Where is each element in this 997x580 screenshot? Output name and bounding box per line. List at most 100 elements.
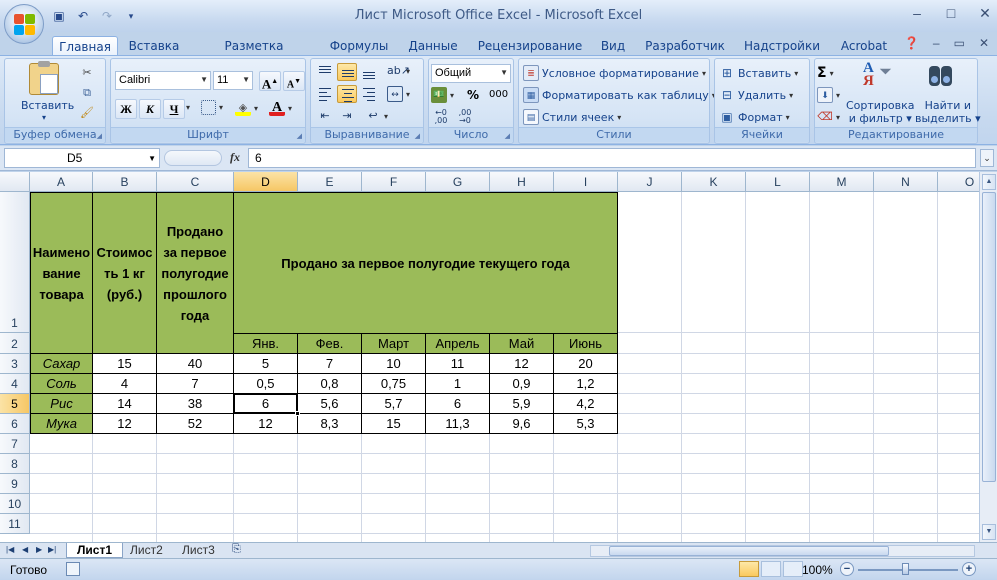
normal-view-button[interactable] — [739, 561, 759, 577]
month-value-cell[interactable]: 10 — [362, 354, 426, 374]
next-sheet-icon[interactable]: ▶ — [36, 545, 42, 554]
month-value-cell[interactable]: 15 — [362, 414, 426, 434]
row-header[interactable]: 8 — [0, 454, 30, 474]
row-header[interactable]: 11 — [0, 514, 30, 534]
cut-icon[interactable]: ✂ — [79, 65, 95, 81]
header-product-name[interactable]: Наимено вание товара — [30, 192, 93, 354]
month-value-cell[interactable]: 5,9 — [490, 394, 554, 414]
close-button[interactable]: ✕ — [979, 5, 991, 22]
merge-center-icon[interactable]: ↔ ▾ — [387, 86, 410, 102]
month-value-cell[interactable]: 0,8 — [298, 374, 362, 394]
spreadsheet-grid[interactable]: A B C D E F G H I J K L M N O 1 2 3 4 5 6 7 8 9 10 11 Наимено вание… — [0, 172, 979, 542]
month-value-cell[interactable]: 4,2 — [554, 394, 618, 414]
prev-sheet-icon[interactable]: ◀ — [22, 545, 28, 554]
format-as-table-button[interactable]: ▦Форматировать как таблицу▾ — [523, 87, 716, 103]
find-select-icon[interactable] — [927, 64, 955, 90]
month-value-cell[interactable]: 0,9 — [490, 374, 554, 394]
row-header[interactable]: 4 — [0, 374, 30, 394]
month-value-cell[interactable]: 1,2 — [554, 374, 618, 394]
column-header[interactable]: G — [426, 172, 490, 192]
price-cell[interactable]: 4 — [93, 374, 157, 394]
first-sheet-icon[interactable]: |◀ — [6, 545, 14, 554]
row-header[interactable]: 1 — [0, 192, 30, 333]
help-icon[interactable]: ❓ — [904, 36, 919, 50]
row-header[interactable]: 7 — [0, 434, 30, 454]
column-header[interactable]: O — [938, 172, 979, 192]
tab-page-layout[interactable]: Разметка страницы — [194, 36, 314, 67]
grow-font-button[interactable]: A▲ — [259, 71, 281, 91]
clear-icon[interactable]: ⌫ ▾ — [817, 109, 840, 125]
tab-review[interactable]: Рецензирование — [476, 36, 584, 56]
zoom-level[interactable]: 100% — [802, 563, 833, 577]
price-cell[interactable]: 15 — [93, 354, 157, 374]
ribbon-restore-icon[interactable]: ▭ — [954, 36, 965, 50]
align-right-icon[interactable] — [359, 85, 379, 103]
underline-dropdown-icon[interactable]: ▾ — [186, 103, 190, 112]
month-value-cell[interactable]: 12 — [234, 414, 298, 434]
product-name-cell[interactable]: Рис — [30, 394, 93, 414]
copy-icon[interactable]: ⧉ — [79, 85, 95, 101]
sort-filter-button[interactable]: Сортировка и фильтр ▾ — [846, 99, 915, 125]
orientation-icon[interactable]: ab↗ ▾ — [387, 63, 410, 79]
percent-button[interactable]: % — [467, 88, 479, 102]
vertical-scroll-thumb[interactable] — [982, 192, 996, 482]
font-size-combo[interactable]: 11 ▼ — [213, 71, 253, 90]
formula-cancel-enter-area[interactable] — [164, 150, 222, 166]
cell-styles-button[interactable]: ▤ Стили ячеек ▾ — [523, 109, 621, 125]
increase-decimal-icon[interactable]: ←0,00 — [433, 109, 449, 125]
month-value-cell[interactable]: 5,6 — [298, 394, 362, 414]
fill-color-icon[interactable]: ◈ ▾ — [235, 100, 258, 116]
month-value-cell[interactable]: 20 — [554, 354, 618, 374]
column-header[interactable]: E — [298, 172, 362, 192]
row-header[interactable]: 9 — [0, 474, 30, 494]
month-value-cell[interactable]: 1 — [426, 374, 490, 394]
select-all-corner[interactable] — [0, 172, 30, 192]
decrease-decimal-icon[interactable]: ,00 →0 — [457, 109, 473, 125]
column-header[interactable]: D — [234, 172, 298, 192]
sort-filter-icon[interactable]: AЯ ⏷ — [863, 61, 893, 92]
paste-dropdown-icon[interactable]: ▾ — [42, 113, 46, 122]
insert-function-button[interactable]: fx — [230, 150, 240, 165]
month-value-cell[interactable]: 11,3 — [426, 414, 490, 434]
align-left-icon[interactable] — [315, 85, 335, 103]
align-center-icon[interactable] — [337, 85, 357, 103]
column-header[interactable]: C — [157, 172, 234, 192]
month-header[interactable]: Апрель — [426, 333, 490, 354]
product-name-cell[interactable]: Сахар — [30, 354, 93, 374]
name-box[interactable]: D5 ▼ — [4, 148, 160, 168]
sheet-tab-2[interactable]: Лист2 — [120, 543, 173, 558]
tab-data[interactable]: Данные — [402, 36, 464, 56]
page-break-view-button[interactable] — [783, 561, 803, 577]
paste-icon[interactable] — [29, 61, 59, 95]
column-header[interactable]: N — [874, 172, 938, 192]
format-cells-button[interactable]: ▣ Формат ▾ — [719, 109, 789, 125]
month-value-cell[interactable]: 5,3 — [554, 414, 618, 434]
underline-button[interactable]: Ч — [163, 99, 185, 119]
zoom-slider-thumb[interactable] — [902, 563, 909, 575]
header-sold-previous-year[interactable]: Продано за первое полугодие прошлого года — [157, 192, 234, 354]
column-header[interactable]: M — [810, 172, 874, 192]
macro-record-icon[interactable] — [66, 562, 80, 576]
fill-handle[interactable] — [295, 411, 300, 416]
expand-formula-bar-icon[interactable]: ⌄ — [980, 149, 994, 167]
row-header[interactable]: 6 — [0, 414, 30, 434]
decrease-indent-icon[interactable]: ⇤ — [317, 108, 333, 124]
tab-developer[interactable]: Разработчик — [644, 36, 726, 56]
month-header[interactable]: Март — [362, 333, 426, 354]
month-header[interactable]: Фев. — [298, 333, 362, 354]
column-header[interactable]: F — [362, 172, 426, 192]
row-header[interactable]: 5 — [0, 394, 30, 414]
borders-icon[interactable]: ▾ — [201, 100, 223, 115]
office-button[interactable] — [4, 4, 44, 44]
month-value-cell[interactable]: 0,75 — [362, 374, 426, 394]
column-header[interactable]: A — [30, 172, 93, 192]
chevron-down-icon[interactable]: ▼ — [148, 154, 156, 163]
number-format-combo[interactable]: Общий ▼ — [431, 64, 511, 83]
shrink-font-button[interactable]: A▼ — [283, 71, 305, 91]
previous-year-cell[interactable]: 52 — [157, 414, 234, 434]
tab-insert[interactable]: Вставка — [124, 36, 184, 56]
insert-cells-button[interactable]: ⊞ Вставить ▾ — [719, 65, 798, 81]
autosum-button[interactable]: Σ ▾ — [817, 65, 834, 81]
delete-cells-button[interactable]: ⊟ Удалить ▾ — [719, 87, 793, 103]
font-launcher-icon[interactable]: ◢ — [297, 132, 302, 140]
